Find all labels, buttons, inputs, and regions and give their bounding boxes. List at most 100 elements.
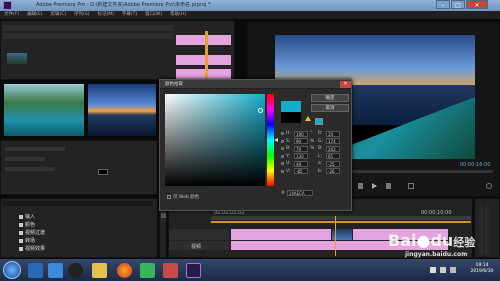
checkbox-icon[interactable] bbox=[167, 195, 171, 199]
play-icon[interactable] bbox=[372, 183, 377, 189]
video-clip[interactable] bbox=[231, 229, 331, 240]
checkbox-icon[interactable] bbox=[19, 222, 23, 227]
gamut-warning-icon[interactable] bbox=[305, 116, 311, 121]
folder-icon[interactable] bbox=[92, 263, 107, 278]
firefox-icon[interactable] bbox=[117, 263, 132, 278]
web-safe-option[interactable]: 仅 Web 颜色 bbox=[167, 194, 199, 200]
field-input[interactable]: -26 bbox=[326, 168, 340, 175]
dialog-close-button[interactable]: ✕ bbox=[340, 81, 351, 88]
minimize-button[interactable]: – bbox=[436, 0, 450, 9]
effect-properties-panel bbox=[0, 140, 158, 195]
track-label: 视频 bbox=[191, 244, 202, 250]
field-label: S: bbox=[286, 138, 291, 144]
field-input[interactable]: 65 bbox=[326, 153, 340, 160]
browser-icon[interactable] bbox=[48, 263, 63, 278]
web-safe-swatch[interactable] bbox=[315, 118, 323, 125]
project-item[interactable]: 颜色 bbox=[19, 221, 35, 228]
step-back-icon[interactable] bbox=[358, 183, 363, 189]
timeline-ruler[interactable] bbox=[211, 216, 471, 220]
project-item-label: 视频过渡 bbox=[25, 230, 46, 236]
field-input[interactable]: 130 bbox=[294, 153, 308, 160]
clock[interactable]: 19:14 2019/6/30 bbox=[466, 263, 498, 275]
export-frame-icon[interactable] bbox=[408, 183, 414, 189]
effect-clip-bar bbox=[176, 35, 231, 45]
clock-date: 2019/6/30 bbox=[470, 269, 494, 274]
effect-row bbox=[3, 33, 173, 39]
checkbox-icon[interactable] bbox=[19, 238, 23, 243]
timeline-work-area[interactable] bbox=[211, 221, 471, 223]
media-player-icon[interactable] bbox=[28, 263, 43, 278]
project-item-label: 视频效果 bbox=[25, 246, 46, 252]
project-item-label: 颜色 bbox=[25, 222, 36, 228]
menu-marker[interactable]: 标记(M) bbox=[98, 11, 114, 19]
field-input[interactable]: 20 bbox=[326, 130, 340, 137]
media-icon[interactable] bbox=[140, 263, 155, 278]
ok-button[interactable]: 确定 bbox=[311, 94, 349, 102]
field-unit: ° bbox=[310, 131, 313, 137]
field-row: H: 190 ° R: 20 bbox=[281, 130, 351, 138]
project-item[interactable]: 转场 bbox=[19, 237, 35, 244]
field-input[interactable]: 174 bbox=[326, 138, 340, 145]
tray-network-icon[interactable] bbox=[450, 267, 456, 273]
timeline-playhead[interactable] bbox=[335, 216, 336, 256]
razor-tool-icon[interactable] bbox=[161, 213, 166, 218]
project-search-bar[interactable] bbox=[3, 201, 153, 206]
audio-meter-panel bbox=[474, 198, 500, 258]
clip-thumbnail bbox=[7, 53, 27, 64]
radio-icon[interactable] bbox=[281, 154, 284, 158]
radio-icon[interactable] bbox=[281, 162, 284, 166]
checkbox-icon[interactable] bbox=[19, 246, 23, 251]
menu-sequence[interactable]: 序列(S) bbox=[74, 11, 89, 19]
checkbox-icon[interactable] bbox=[19, 230, 23, 235]
field-input[interactable]: 90 bbox=[294, 138, 308, 145]
field-unit: % bbox=[310, 146, 315, 152]
effect-row bbox=[3, 25, 173, 31]
menu-file[interactable]: 文件(F) bbox=[4, 11, 19, 19]
color-value-fields: H: 190 ° R: 20 S: 90 % G: 174 B: 79 % B:… bbox=[281, 130, 351, 175]
tray-volume-icon[interactable] bbox=[440, 267, 446, 273]
window-title: Adobe Premiere Pro - D:\新建文件夹\Adobe Prem… bbox=[36, 2, 211, 8]
field-input[interactable]: 79 bbox=[294, 145, 308, 152]
step-forward-icon[interactable] bbox=[386, 183, 391, 189]
hue-slider[interactable] bbox=[267, 94, 274, 186]
settings-icon[interactable] bbox=[486, 183, 492, 189]
qq-icon[interactable] bbox=[68, 263, 83, 278]
project-item[interactable]: 视频效果 bbox=[19, 245, 45, 252]
dialog-title-bar: 颜色拾取 bbox=[160, 80, 351, 89]
menu-title[interactable]: 字幕(T) bbox=[122, 11, 137, 19]
field-row: U: 48 a: -25 bbox=[281, 160, 351, 168]
field-input[interactable]: 48 bbox=[294, 160, 308, 167]
menu-window[interactable]: 窗口(W) bbox=[145, 11, 162, 19]
tray-flag-icon[interactable] bbox=[430, 267, 436, 273]
web-safe-label: 仅 Web 颜色 bbox=[173, 195, 200, 200]
audio-meter-left bbox=[479, 205, 483, 255]
maximize-button[interactable]: □ bbox=[451, 0, 465, 9]
field-label: B: bbox=[318, 146, 323, 152]
field-input[interactable]: -85 bbox=[294, 168, 308, 175]
field-input[interactable]: 202 bbox=[326, 145, 340, 152]
cancel-button[interactable]: 取消 bbox=[311, 104, 349, 112]
hex-input[interactable]: 14AECA bbox=[286, 190, 313, 196]
color-field-cursor[interactable] bbox=[258, 108, 263, 113]
premiere-pro-icon[interactable] bbox=[186, 263, 201, 278]
field-input[interactable]: -25 bbox=[326, 160, 340, 167]
menu-help[interactable]: 帮助(H) bbox=[170, 11, 186, 19]
hue-slider-arrow[interactable] bbox=[274, 138, 278, 142]
playhead-marker[interactable] bbox=[205, 31, 208, 79]
start-button[interactable] bbox=[3, 261, 21, 279]
radio-icon[interactable] bbox=[281, 169, 284, 173]
project-item[interactable]: 视频过渡 bbox=[19, 229, 45, 236]
game-icon[interactable] bbox=[163, 263, 178, 278]
saturation-brightness-field[interactable] bbox=[165, 94, 265, 186]
radio-icon[interactable] bbox=[281, 147, 284, 151]
project-item[interactable]: 输入 bbox=[19, 213, 35, 220]
radio-icon[interactable] bbox=[281, 132, 284, 136]
checkbox-icon[interactable] bbox=[19, 214, 23, 219]
close-button[interactable]: ✕ bbox=[466, 0, 488, 9]
color-swatch[interactable] bbox=[98, 169, 108, 175]
menu-edit[interactable]: 编辑(E) bbox=[27, 11, 42, 19]
field-input[interactable]: 190 bbox=[294, 130, 308, 137]
property-row bbox=[5, 147, 65, 151]
menu-clip[interactable]: 剪辑(C) bbox=[50, 11, 66, 19]
radio-icon[interactable] bbox=[281, 139, 284, 143]
